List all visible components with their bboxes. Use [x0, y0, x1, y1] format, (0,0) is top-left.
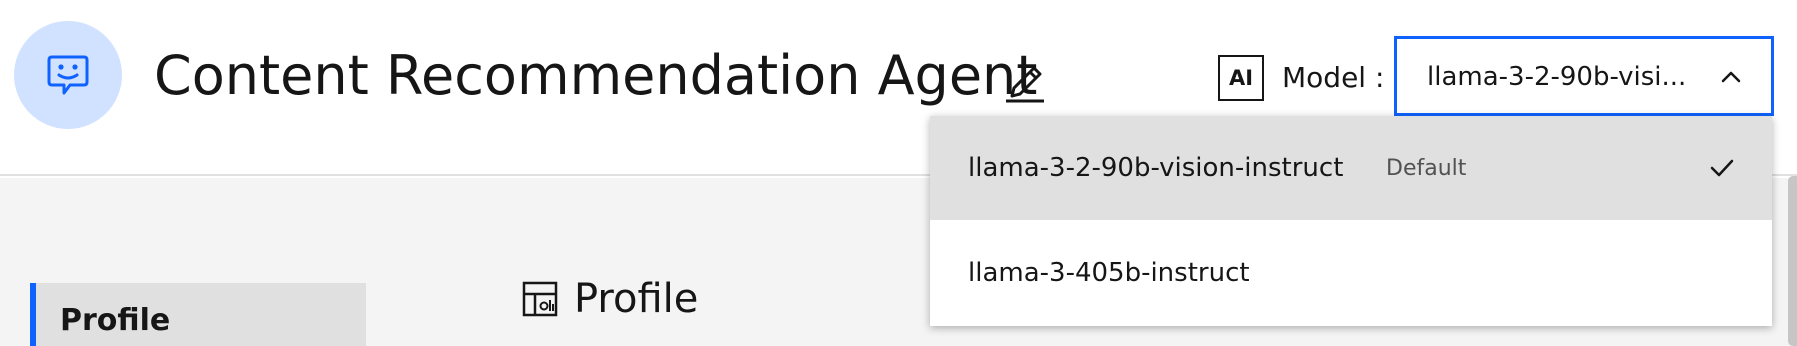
agent-title: Content Recommendation Agent [154, 44, 1038, 107]
scrollbar[interactable] [1788, 176, 1797, 346]
option-label: llama-3-405b-instruct [968, 258, 1250, 288]
profile-icon [522, 281, 558, 317]
section-heading: Profile [522, 276, 698, 322]
section-title: Profile [574, 276, 699, 322]
chevron-up-icon [1721, 71, 1741, 83]
default-tag: Default [1386, 156, 1467, 181]
sidebar-item-profile[interactable]: Profile [30, 283, 366, 346]
sidebar-item-label: Profile [60, 303, 171, 338]
ai-badge: AI [1218, 55, 1264, 101]
agent-avatar [14, 21, 122, 129]
model-select[interactable]: llama-3-2-90b-visi... [1394, 36, 1774, 116]
model-option-llama-3-2-90b[interactable]: llama-3-2-90b-vision-instruct Default [930, 116, 1772, 220]
model-label: Model : [1282, 61, 1385, 94]
model-select-value: llama-3-2-90b-visi... [1427, 62, 1687, 92]
edit-title-button[interactable] [1000, 54, 1050, 104]
chat-bot-icon [47, 55, 89, 95]
model-dropdown-menu: llama-3-2-90b-vision-instruct Default ll… [930, 116, 1772, 326]
option-label: llama-3-2-90b-vision-instruct [968, 153, 1344, 183]
pencil-icon [1006, 66, 1044, 103]
model-option-llama-3-405b[interactable]: llama-3-405b-instruct [930, 220, 1772, 326]
checkmark-icon [1710, 159, 1734, 177]
